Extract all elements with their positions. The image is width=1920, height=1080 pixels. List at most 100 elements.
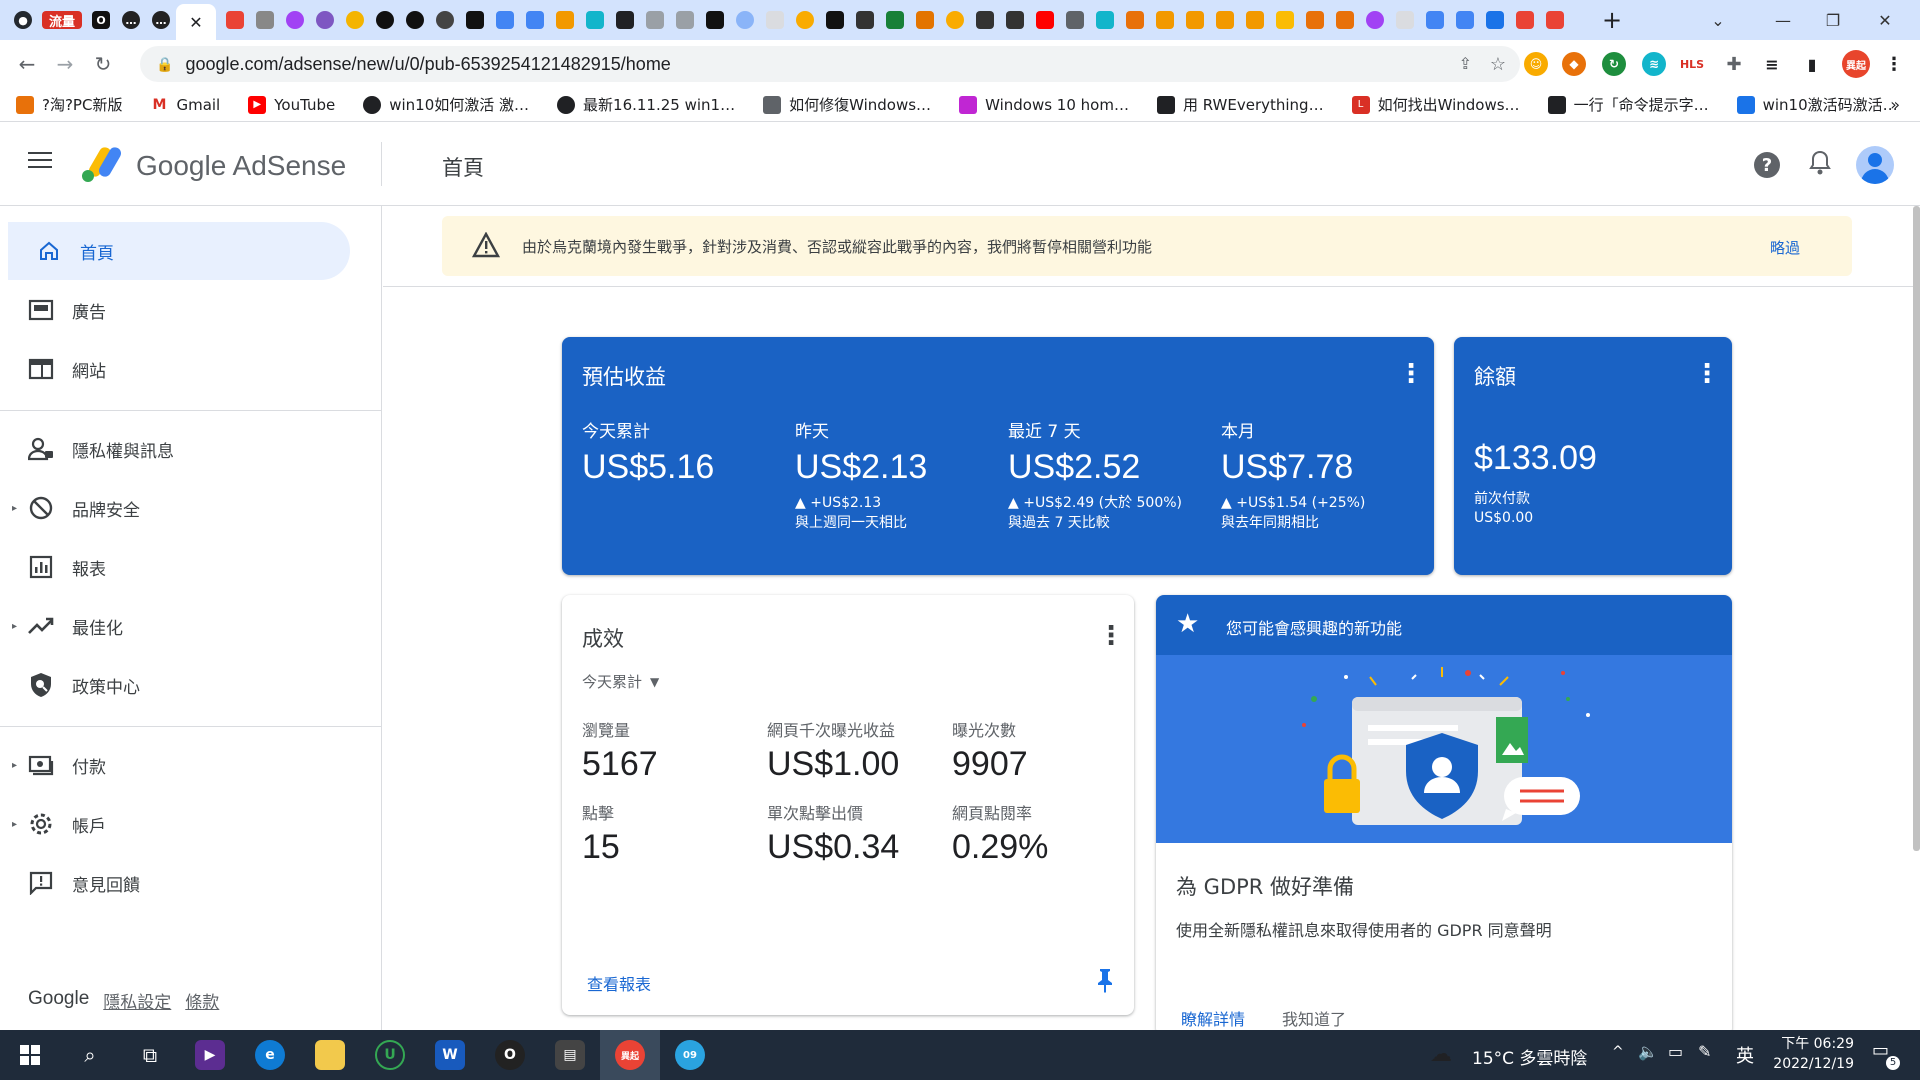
tab[interactable]: [1300, 5, 1330, 35]
taskbar-app[interactable]: O: [480, 1030, 540, 1080]
tab[interactable]: [310, 5, 340, 35]
tab[interactable]: [850, 5, 880, 35]
tab[interactable]: [970, 5, 1000, 35]
tab[interactable]: [340, 5, 370, 35]
sidebar-item-feedback[interactable]: 意見回饋: [0, 854, 350, 912]
tab[interactable]: [1240, 5, 1270, 35]
bookmark-item[interactable]: win10如何激活 激…: [363, 94, 529, 115]
tab[interactable]: [1270, 5, 1300, 35]
ime-indicator[interactable]: 英: [1736, 1042, 1754, 1068]
extensions-puzzle-icon[interactable]: ✚: [1722, 52, 1746, 76]
sidebar-item-ads[interactable]: 廣告: [0, 281, 350, 339]
new-tab-button[interactable]: +: [1602, 6, 1622, 34]
tab[interactable]: [1540, 5, 1570, 35]
bookmark-item[interactable]: Windows 10 hom…: [959, 95, 1129, 114]
hls-extension-icon[interactable]: HLS: [1680, 52, 1704, 76]
view-report-link[interactable]: 查看報表: [587, 971, 651, 995]
expand-caret-icon[interactable]: ▸: [12, 621, 17, 632]
clock[interactable]: 下午 06:29 2022/12/19: [1770, 1034, 1854, 1074]
url-text[interactable]: google.com/adsense/new/u/0/pub-653925412…: [185, 54, 670, 75]
tab-dots-1[interactable]: …: [116, 5, 146, 35]
tab[interactable]: [280, 5, 310, 35]
bookmark-item[interactable]: 最新16.11.25 win1…: [557, 94, 735, 115]
chrome-menu-icon[interactable]: ⋮: [1882, 52, 1906, 76]
learn-more-link[interactable]: 瞭解詳情: [1181, 1006, 1245, 1030]
earnings-more-icon[interactable]: ⋮: [1398, 361, 1424, 387]
tab[interactable]: [1000, 5, 1030, 35]
tab[interactable]: [910, 5, 940, 35]
window-close-icon[interactable]: ✕: [1862, 8, 1908, 32]
expand-caret-icon[interactable]: ▸: [12, 760, 17, 771]
tab[interactable]: [1150, 5, 1180, 35]
tab[interactable]: [1390, 5, 1420, 35]
range-dropdown[interactable]: 今天累計 ▼: [582, 671, 659, 692]
notification-center-icon[interactable]: ▭ 5: [1872, 1040, 1902, 1070]
bookmark-item[interactable]: 如何修復Windows…: [763, 94, 931, 115]
sidebar-item-sites[interactable]: 網站: [0, 340, 350, 398]
balance-more-icon[interactable]: ⋮: [1694, 361, 1720, 387]
close-icon[interactable]: ✕: [189, 13, 202, 32]
tab-search-icon[interactable]: ⌄: [1695, 8, 1741, 32]
task-view-icon[interactable]: ⧉: [120, 1030, 180, 1080]
taskbar-app[interactable]: [300, 1030, 360, 1080]
tab[interactable]: [1180, 5, 1210, 35]
back-icon[interactable]: ←: [8, 45, 46, 83]
got-it-button[interactable]: 我知道了: [1282, 1006, 1346, 1030]
tab-o[interactable]: O: [86, 5, 116, 35]
sidebar-item-payments[interactable]: ▸ 付款: [0, 736, 350, 794]
taskbar-app-chrome[interactable]: 異起: [600, 1030, 660, 1080]
extension-emoji-icon[interactable]: ☺: [1524, 52, 1548, 76]
minimize-icon[interactable]: —: [1760, 8, 1806, 32]
tab[interactable]: [730, 5, 760, 35]
forward-icon[interactable]: →: [46, 45, 84, 83]
bookmark-star-icon[interactable]: ☆: [1490, 54, 1506, 75]
taskbar-app[interactable]: e: [240, 1030, 300, 1080]
bookmark-item[interactable]: ?淘?PC新版: [16, 94, 122, 115]
bookmark-item[interactable]: L 如何找出Windows…: [1351, 94, 1520, 115]
bookmark-item[interactable]: M Gmail: [150, 95, 220, 114]
tab[interactable]: [370, 5, 400, 35]
sidebar-item-policy-center[interactable]: 政策中心: [0, 656, 350, 714]
volume-icon[interactable]: 🔈: [1638, 1042, 1658, 1061]
taskbar-app[interactable]: W: [420, 1030, 480, 1080]
tab[interactable]: [790, 5, 820, 35]
banner-dismiss-button[interactable]: 略過: [1770, 237, 1800, 258]
bookmark-item[interactable]: ▶ YouTube: [248, 95, 335, 114]
tab[interactable]: [430, 5, 460, 35]
extension-wifi-icon[interactable]: ≋: [1642, 52, 1666, 76]
earnings-metric-month[interactable]: 本月 US$7.78 ▲ +US$1.54 (+25%) 與去年同期相比: [1221, 417, 1365, 533]
tab[interactable]: [1060, 5, 1090, 35]
taskbar-search-icon[interactable]: ⌕: [60, 1030, 120, 1080]
earnings-metric-last7[interactable]: 最近 7 天 US$2.52 ▲ +US$2.49 (大於 500%) 與過去 …: [1008, 417, 1182, 533]
terms-link[interactable]: 條款: [185, 988, 219, 1013]
tab[interactable]: [460, 5, 490, 35]
tab[interactable]: [1450, 5, 1480, 35]
address-bar[interactable]: 🔒 google.com/adsense/new/u/0/pub-6539254…: [140, 46, 1520, 82]
taskbar-app[interactable]: ▤: [540, 1030, 600, 1080]
tab[interactable]: [400, 5, 430, 35]
menu-icon[interactable]: [28, 152, 52, 170]
share-icon[interactable]: ⇪: [1459, 54, 1472, 74]
tab[interactable]: [1360, 5, 1390, 35]
tab[interactable]: [1120, 5, 1150, 35]
tab[interactable]: [1510, 5, 1540, 35]
extension-sync-icon[interactable]: ↻: [1602, 52, 1626, 76]
bookmarks-overflow-icon[interactable]: »: [1890, 95, 1900, 114]
metamask-icon[interactable]: ◆: [1562, 52, 1586, 76]
tab[interactable]: [580, 5, 610, 35]
sidebar-item-home[interactable]: 首頁: [8, 222, 350, 280]
tab[interactable]: [1210, 5, 1240, 35]
start-button[interactable]: [0, 1030, 60, 1080]
tab[interactable]: [520, 5, 550, 35]
tab-traffic[interactable]: 流量: [38, 5, 86, 35]
bookmark-item[interactable]: 用 RWEverything…: [1156, 94, 1324, 115]
sidebar-item-account[interactable]: ▸ 帳戶: [0, 795, 350, 853]
tab[interactable]: [550, 5, 580, 35]
tab[interactable]: [1030, 5, 1060, 35]
sidebar-item-optimization[interactable]: ▸ 最佳化: [0, 597, 350, 655]
tab[interactable]: [820, 5, 850, 35]
bookmark-item[interactable]: win10激活码激活…: [1736, 94, 1898, 115]
restore-icon[interactable]: ❐: [1810, 8, 1856, 32]
sidebar-item-reports[interactable]: 報表: [0, 538, 350, 596]
privacy-link[interactable]: 隱私設定: [103, 988, 171, 1013]
